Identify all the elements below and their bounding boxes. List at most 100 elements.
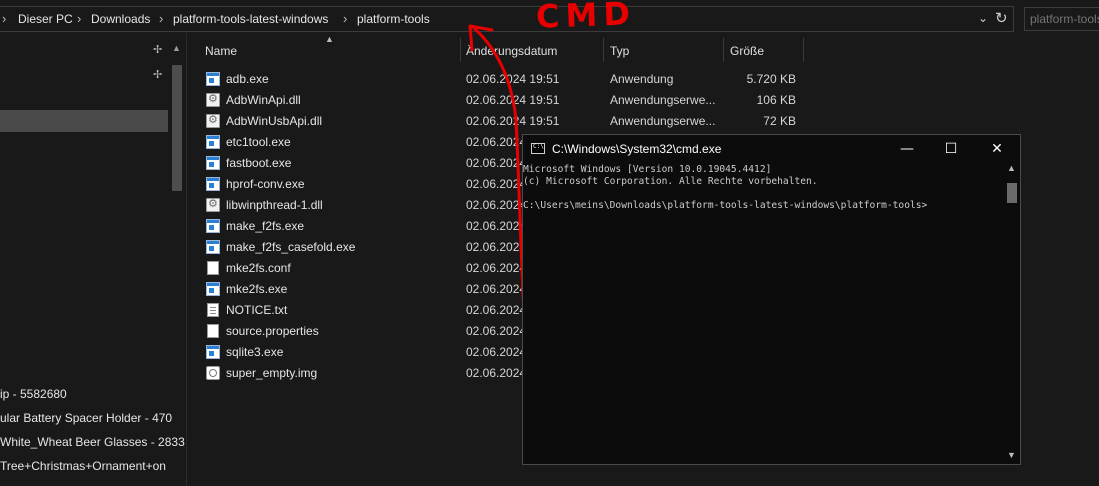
breadcrumb-separator[interactable]: › — [77, 11, 81, 26]
file-name: adb.exe — [226, 72, 269, 86]
column-header-date[interactable]: Änderungsdatum — [466, 44, 557, 58]
dll-file-icon — [206, 113, 220, 128]
column-divider[interactable] — [460, 38, 461, 62]
file-name: mke2fs.exe — [226, 282, 288, 296]
file-type: Anwendungserwe... — [610, 93, 716, 107]
file-row[interactable]: AdbWinApi.dll 02.06.2024 19:51 Anwendungse… — [200, 90, 820, 111]
scroll-up-icon[interactable]: ▲ — [1007, 163, 1016, 173]
column-divider[interactable] — [723, 38, 724, 62]
cmd-window-title: C:\Windows\System32\cmd.exe — [552, 142, 722, 156]
pin-icon[interactable]: ✢ — [153, 43, 162, 56]
file-date: 02.06.2024 — [466, 345, 527, 359]
column-header-type[interactable]: Typ — [610, 44, 629, 58]
file-size: 72 KB — [763, 114, 796, 128]
nav-item-selected[interactable] — [0, 110, 168, 132]
search-box[interactable] — [1024, 7, 1099, 31]
pin-icon[interactable]: ✢ — [153, 68, 162, 81]
file-date: 02.06.2024 — [466, 156, 527, 170]
file-date: 02.06.2024 — [466, 261, 527, 275]
nav-scrollbar[interactable]: ▲ — [172, 43, 182, 483]
file-date: 02.06.2024 19:51 — [466, 72, 560, 86]
sort-ascending-icon: ▲ — [325, 34, 334, 44]
file-type: Anwendung — [610, 72, 674, 86]
file-date: 02.06.2024 19:51 — [466, 114, 560, 128]
file-name: etc1tool.exe — [226, 135, 291, 149]
file-date: 02.06.2024 — [466, 240, 527, 254]
breadcrumb-separator: › — [2, 11, 7, 26]
column-header-name[interactable]: Name — [205, 44, 237, 58]
exe-file-icon — [206, 240, 220, 254]
breadcrumb-separator[interactable]: › — [159, 11, 163, 26]
file-date: 02.06.2024 — [466, 219, 527, 233]
scroll-down-icon[interactable]: ▼ — [1007, 450, 1016, 460]
file-name: make_f2fs.exe — [226, 219, 305, 233]
column-divider[interactable] — [803, 38, 804, 62]
console-icon — [531, 143, 545, 154]
file-date: 02.06.2024 — [466, 177, 527, 191]
file-date: 02.06.2024 19:51 — [466, 93, 560, 107]
minimize-button[interactable]: — — [896, 138, 918, 160]
scrollbar-thumb[interactable] — [172, 65, 182, 191]
exe-file-icon — [206, 135, 220, 149]
nav-item[interactable]: ular Battery Spacer Holder - 470 — [0, 411, 172, 425]
file-row[interactable]: adb.exe 02.06.2024 19:51 Anwendung 5.720 KB — [200, 69, 820, 90]
breadcrumb-platform-tools[interactable]: platform-tools — [357, 12, 430, 26]
file-name: AdbWinUsbApi.dll — [226, 114, 323, 128]
scrollbar-thumb[interactable] — [1007, 183, 1017, 203]
navigation-pane: ✢ ✢ ip - 5582680 ular Battery Spacer Hol… — [0, 33, 186, 486]
breadcrumb-downloads[interactable]: Downloads — [91, 12, 150, 26]
file-name: sqlite3.exe — [226, 345, 284, 359]
breadcrumb-this-pc[interactable]: Dieser PC — [18, 12, 73, 26]
chevron-down-icon[interactable]: ⌄ — [978, 11, 988, 25]
nav-item[interactable]: Tree+Christmas+Ornament+on — [0, 459, 166, 473]
dll-file-icon — [206, 92, 220, 107]
exe-file-icon — [206, 219, 220, 233]
exe-file-icon — [206, 345, 220, 359]
search-input[interactable] — [1030, 12, 1099, 26]
pane-divider[interactable] — [186, 33, 187, 486]
file-size: 106 KB — [756, 93, 796, 107]
console-output[interactable]: Microsoft Windows [Version 10.0.19045.44… — [523, 163, 1005, 463]
file-date: 02.06.2024 — [466, 324, 527, 338]
txt-file-icon — [207, 303, 219, 317]
file-name: AdbWinApi.dll — [226, 93, 301, 107]
column-divider[interactable] — [603, 38, 604, 62]
console-prompt[interactable]: C:\Users\meins\Downloads\platform-tools-… — [523, 200, 927, 212]
console-line: (c) Microsoft Corporation. Alle Rechte v… — [523, 176, 818, 187]
annotation-text: CMD — [535, 0, 637, 36]
maximize-button[interactable]: ☐ — [940, 138, 962, 160]
cmd-window[interactable]: C:\Windows\System32\cmd.exe — ☐ ✕ Micros… — [522, 134, 1021, 465]
file-name: NOTICE.txt — [226, 303, 288, 317]
file-name: hprof-conv.exe — [226, 177, 305, 191]
exe-file-icon — [206, 156, 220, 170]
file-name: super_empty.img — [226, 366, 318, 380]
file-date: 02.06.2024 — [466, 282, 527, 296]
file-type: Anwendungserwe... — [610, 114, 716, 128]
doc-file-icon — [207, 324, 219, 338]
exe-file-icon — [206, 177, 220, 191]
file-name: source.properties — [226, 324, 319, 338]
address-bar[interactable]: › Dieser PC › Downloads › platform-tools… — [0, 6, 1014, 32]
nav-item[interactable]: ip - 5582680 — [0, 387, 67, 401]
file-name: mke2fs.conf — [226, 261, 291, 275]
file-row[interactable]: AdbWinUsbApi.dll 02.06.2024 19:51 Anwendun… — [200, 111, 820, 132]
refresh-icon[interactable]: ↻ — [995, 9, 1008, 27]
dll-file-icon — [206, 197, 220, 212]
file-size: 5.720 KB — [746, 72, 796, 86]
nav-item[interactable]: White_Wheat Beer Glasses - 2833 — [0, 435, 185, 449]
cmd-scrollbar[interactable]: ▲ ▼ — [1005, 163, 1019, 464]
breadcrumb-platform-tools-latest-windows[interactable]: platform-tools-latest-windows — [173, 12, 328, 26]
exe-file-icon — [206, 282, 220, 296]
cmd-titlebar[interactable]: C:\Windows\System32\cmd.exe — ☐ ✕ — [523, 135, 1020, 163]
file-date: 02.06.2024 — [466, 135, 527, 149]
close-button[interactable]: ✕ — [986, 138, 1008, 160]
doc-file-icon — [207, 261, 219, 275]
file-name: make_f2fs_casefold.exe — [226, 240, 356, 254]
scroll-up-icon[interactable]: ▲ — [172, 43, 181, 53]
file-date: 02.06.2024 — [466, 366, 527, 380]
file-name: libwinpthread-1.dll — [226, 198, 323, 212]
breadcrumb-separator[interactable]: › — [343, 11, 347, 26]
console-line: Microsoft Windows [Version 10.0.19045.44… — [523, 164, 772, 175]
column-header-size[interactable]: Größe — [730, 44, 764, 58]
file-date: 02.06.2024 — [466, 198, 527, 212]
